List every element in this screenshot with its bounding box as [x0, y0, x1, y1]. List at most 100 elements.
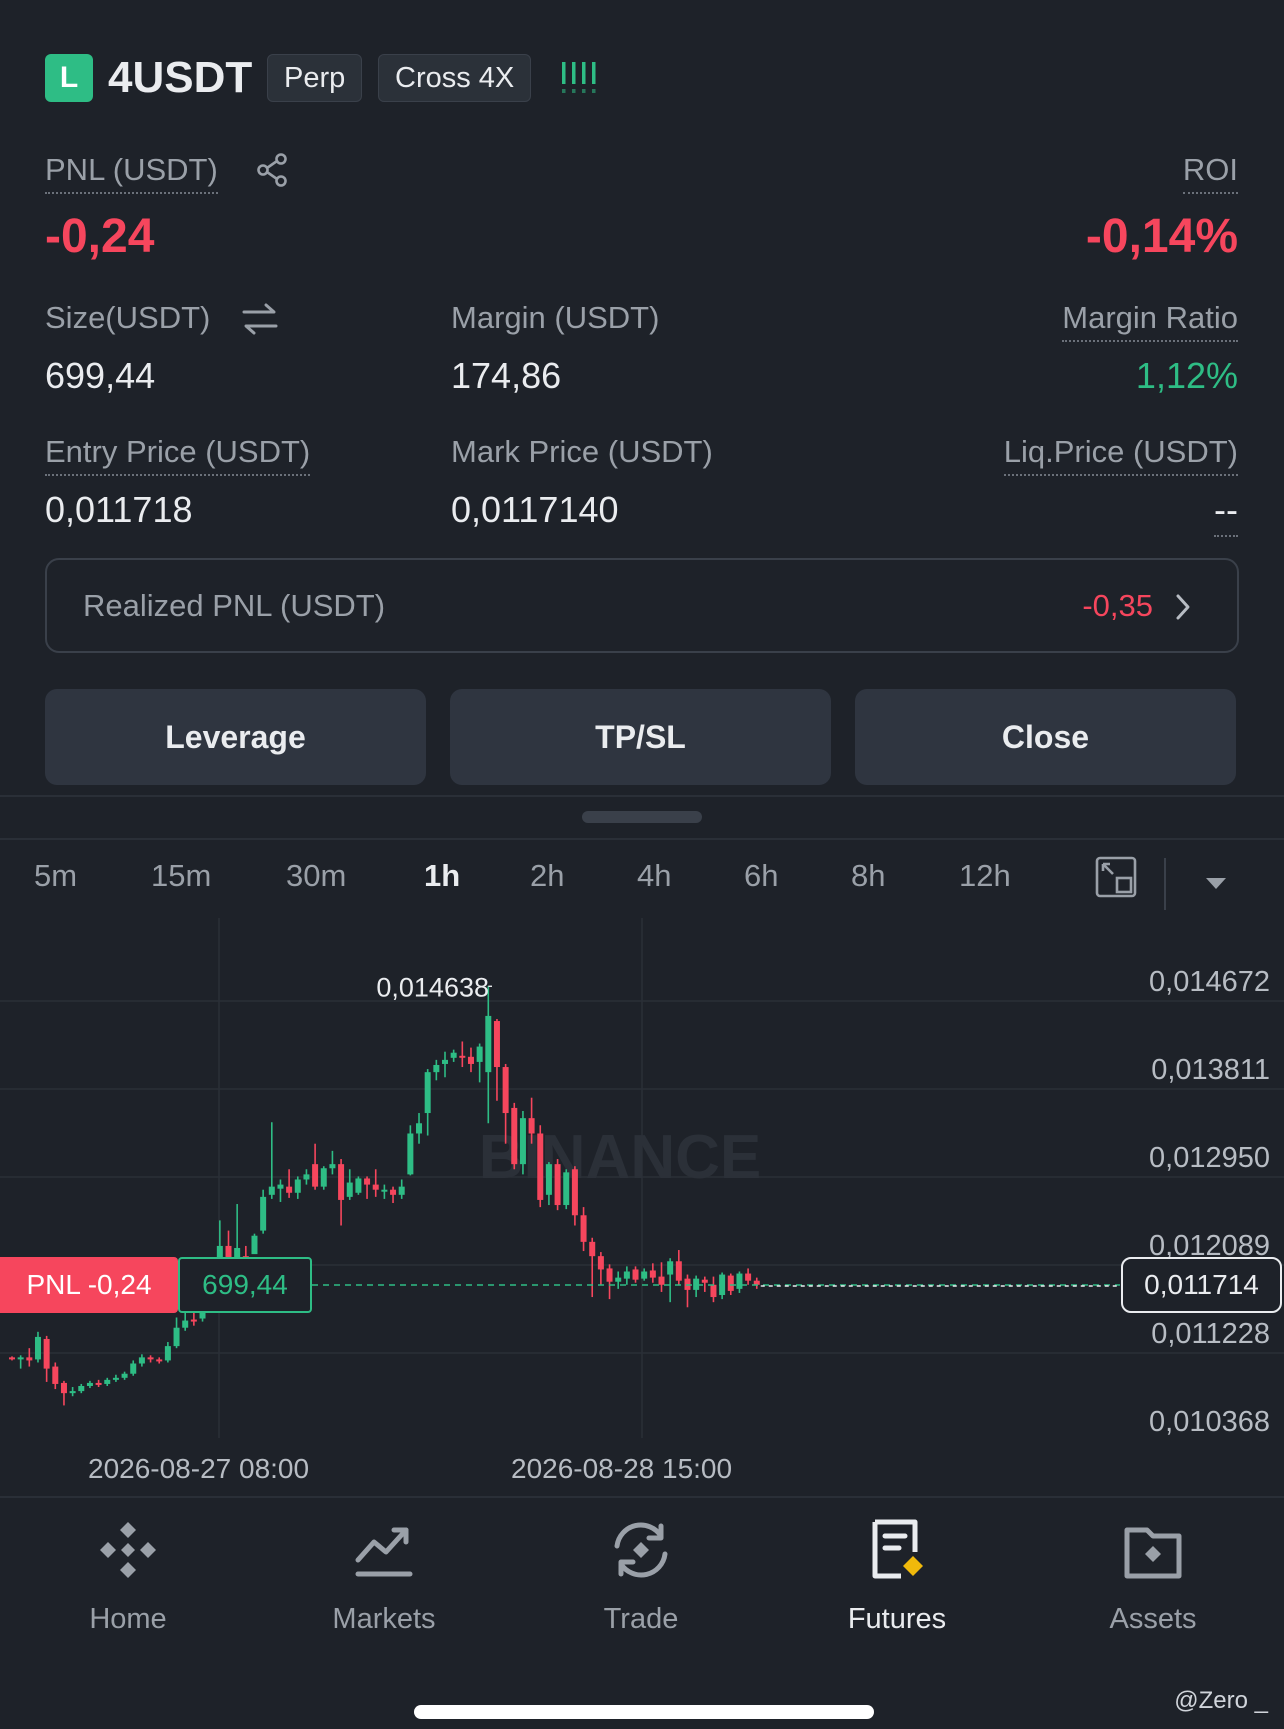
margin-mode-tag[interactable]: Cross 4X [378, 54, 532, 102]
tab-4h[interactable]: 4h [637, 856, 671, 896]
candle-body [459, 1055, 466, 1058]
candle-body [658, 1276, 665, 1285]
pnl-value: -0,24 [45, 210, 155, 263]
size-tag[interactable]: 699,44 [178, 1256, 312, 1313]
nav-label: Assets [1109, 1603, 1197, 1635]
tab-2h[interactable]: 2h [530, 856, 564, 896]
candle-body [390, 1189, 397, 1195]
candle-body [320, 1168, 327, 1187]
candle-body [86, 1382, 93, 1386]
candle-body [260, 1196, 267, 1231]
candle-body [329, 1164, 336, 1169]
candle-body [675, 1261, 682, 1281]
size-label: Size(USDT) [45, 300, 211, 335]
nav-futures[interactable]: Futures [797, 1518, 997, 1637]
mark-price-value: 0,0117140 [451, 489, 619, 530]
home-icon [100, 1522, 156, 1578]
tab-30m[interactable]: 30m [286, 856, 346, 896]
candle-body [338, 1164, 345, 1200]
user-watermark: @Zero _ [1174, 1687, 1268, 1714]
candle-body [407, 1133, 414, 1175]
nav-label: Futures [847, 1603, 947, 1635]
candle-body [727, 1275, 734, 1291]
nav-trade[interactable]: Trade [541, 1518, 741, 1637]
tab-1h[interactable]: 1h [424, 856, 460, 896]
roi-value: -0,14% [1085, 210, 1238, 263]
liq-price-label[interactable]: Liq.Price (USDT) [1003, 432, 1238, 476]
candle-body [485, 1015, 492, 1073]
long-badge: L [45, 54, 93, 102]
candle-body [641, 1271, 648, 1279]
nav-assets[interactable]: Assets [1053, 1518, 1253, 1637]
nav-home[interactable]: Home [28, 1518, 228, 1637]
candle-body [294, 1179, 301, 1193]
candle-body [554, 1164, 561, 1206]
divider [0, 795, 1284, 797]
margin-label: Margin (USDT) [451, 300, 660, 335]
tab-5m[interactable]: 5m [34, 856, 77, 896]
swap-unit-icon[interactable] [240, 300, 280, 338]
candle-body [156, 1359, 163, 1362]
tab-8h[interactable]: 8h [851, 856, 885, 896]
candle-body [312, 1164, 319, 1187]
symbol-title[interactable]: 4USDT [108, 50, 252, 106]
margin-ratio-label[interactable]: Margin Ratio [1062, 298, 1238, 342]
candle-body [519, 1118, 526, 1165]
candle-body [710, 1284, 717, 1298]
candle-body [511, 1107, 518, 1165]
y-tick-label: 0,011228 [1151, 1318, 1270, 1350]
nav-label: Markets [332, 1603, 436, 1635]
candlestick-chart[interactable]: BINANCE 0,014638 [0, 918, 1284, 1438]
y-tick-label: 0,010368 [1149, 1406, 1270, 1438]
candle-body [615, 1277, 622, 1282]
margin-ratio-value: 1,12% [1135, 355, 1238, 396]
candle-body [589, 1241, 596, 1257]
tpsl-button[interactable]: TP/SL [450, 689, 831, 785]
drag-handle[interactable] [582, 811, 702, 823]
chevron-down-icon[interactable] [1204, 876, 1228, 892]
candle-body [476, 1046, 483, 1062]
candle-body [493, 1021, 500, 1068]
candle-body [364, 1178, 371, 1185]
candle-body [26, 1357, 33, 1361]
tab-12h[interactable]: 12h [959, 856, 1011, 896]
realized-pnl-row[interactable]: Realized PNL (USDT) -0,35 [45, 558, 1239, 653]
entry-price-label[interactable]: Entry Price (USDT) [45, 432, 311, 476]
candle-body [424, 1072, 431, 1114]
home-indicator[interactable] [414, 1705, 874, 1719]
candle-body [60, 1382, 67, 1394]
candle-body [78, 1385, 85, 1392]
candle-body [580, 1215, 587, 1242]
nav-label: Home [89, 1603, 167, 1635]
candle-body [277, 1184, 284, 1189]
liq-price-value: -- [1214, 487, 1238, 537]
pnl-label[interactable]: PNL (USDT) [45, 150, 218, 194]
candle-body [112, 1377, 119, 1380]
candle-body [745, 1273, 752, 1281]
share-icon[interactable] [255, 152, 291, 188]
trade-icon [614, 1522, 668, 1578]
pnl-tag: PNL -0,24 [0, 1256, 178, 1313]
nav-markets[interactable]: Markets [284, 1518, 484, 1637]
candle-body [606, 1268, 613, 1282]
candle-body [381, 1189, 388, 1192]
candle-body [563, 1172, 570, 1206]
divider [0, 1496, 1284, 1498]
current-price-tag: 0,011714 [1121, 1256, 1282, 1313]
margin-value: 174,86 [451, 355, 562, 396]
leverage-button[interactable]: Leverage [45, 689, 426, 785]
y-tick-label: 0,012950 [1149, 1142, 1270, 1174]
candle-body [268, 1186, 275, 1195]
tab-6h[interactable]: 6h [744, 856, 778, 896]
divider [1164, 858, 1166, 910]
close-button[interactable]: Close [855, 689, 1236, 785]
candle-body [372, 1184, 379, 1190]
candle-body [537, 1133, 544, 1200]
roi-label[interactable]: ROI [1182, 150, 1238, 194]
candle-body [121, 1373, 128, 1378]
fullscreen-icon[interactable] [1095, 856, 1137, 898]
candle-body [632, 1269, 639, 1280]
perp-tag: Perp [267, 54, 363, 102]
tab-15m[interactable]: 15m [151, 856, 211, 896]
y-tick-label: 0,013811 [1151, 1054, 1270, 1086]
